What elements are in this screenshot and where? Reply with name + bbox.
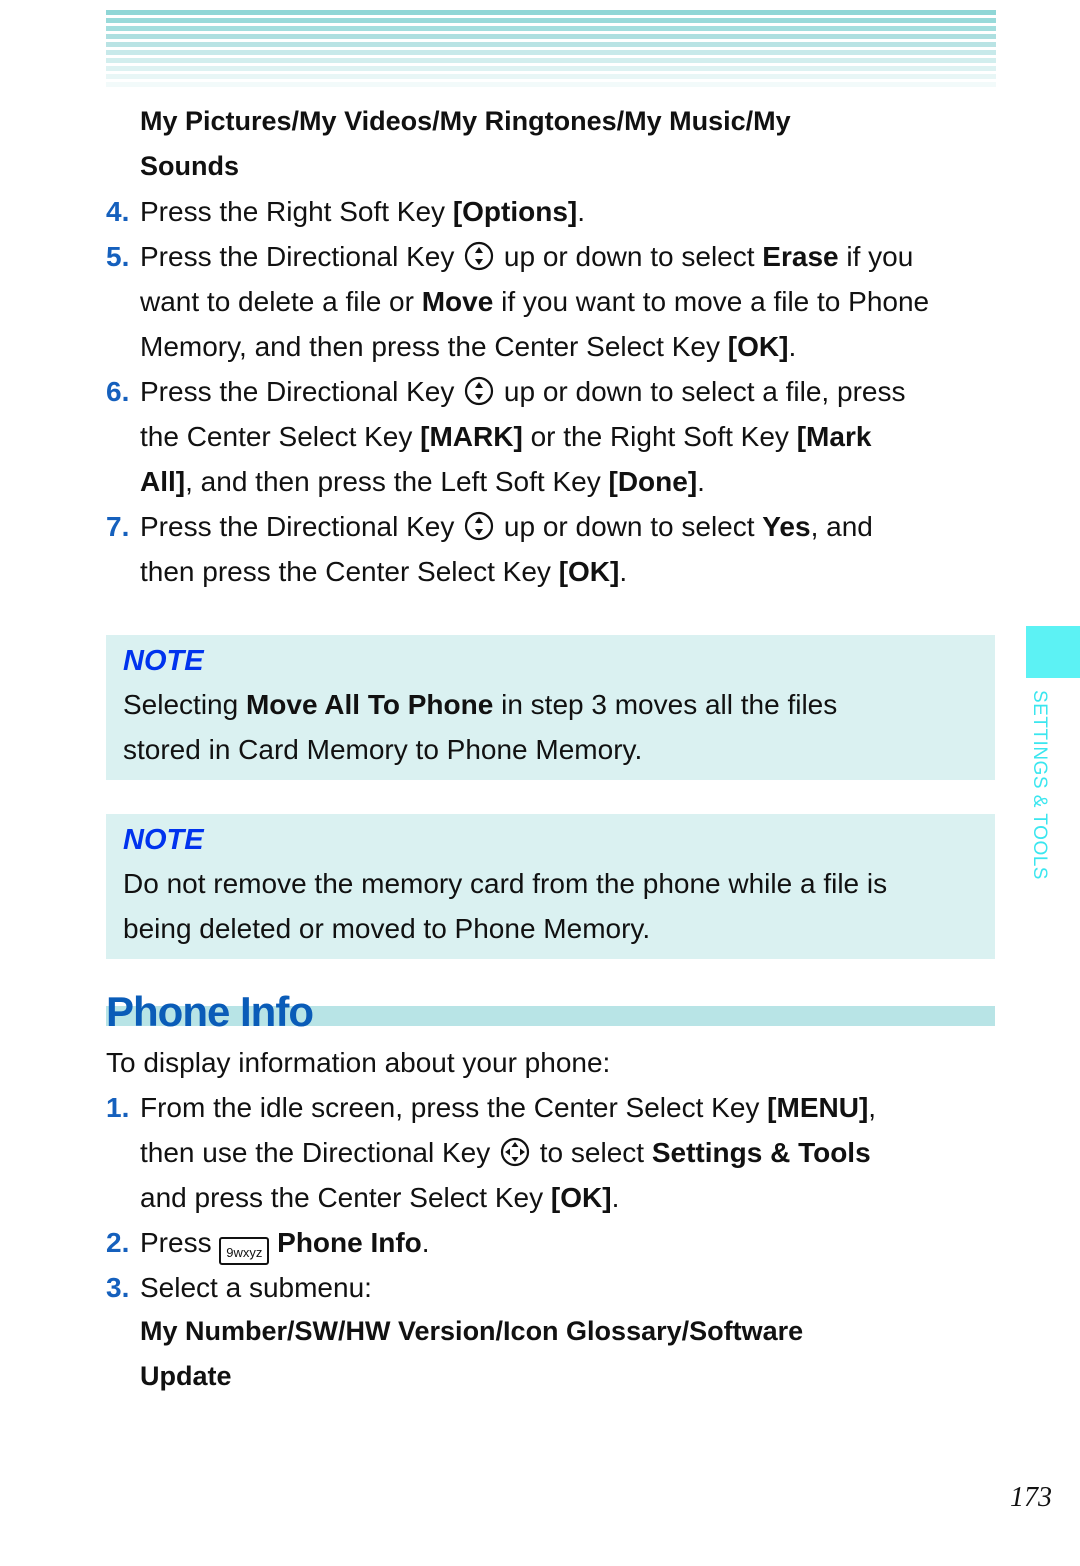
- header-stripe: [106, 66, 996, 71]
- note-box: NOTE Selecting Move All To Phone in step…: [106, 635, 995, 780]
- directional-key-updown-icon: [465, 511, 494, 541]
- step-6-text-cont: All], and then press the Left Soft Key […: [140, 466, 705, 497]
- pi-step-3-text: Select a submenu:: [140, 1272, 372, 1303]
- submenu-path-cont: Sounds: [140, 151, 239, 181]
- submenu-path: My Number/SW/HW Version/Icon Glossary/So…: [140, 1316, 804, 1346]
- header-stripe: [106, 74, 996, 79]
- step-number: 2.: [106, 1227, 130, 1258]
- header-stripe: [106, 58, 996, 63]
- pi-step-1-text-cont: and press the Center Select Key [OK].: [140, 1182, 620, 1213]
- pi-step-1-text-cont: then use the Directional Key to select S…: [140, 1137, 871, 1168]
- header-stripes: [106, 10, 996, 87]
- step-6-text: Press the Directional Key up or down to …: [140, 376, 906, 407]
- step-number: 5.: [106, 241, 130, 272]
- pi-step-2-text: Press 9wxyz Phone Info.: [140, 1220, 430, 1265]
- directional-key-updown-icon: [465, 376, 494, 406]
- step-number: 3.: [106, 1272, 130, 1303]
- step-number: 6.: [106, 376, 130, 407]
- page-number: 173: [1010, 1482, 1052, 1513]
- note-text-cont: being deleted or moved to Phone Memory.: [123, 913, 651, 944]
- pi-step-1-text: From the idle screen, press the Center S…: [140, 1092, 877, 1123]
- note-box: NOTE Do not remove the memory card from …: [106, 814, 995, 959]
- note-title: NOTE: [123, 645, 204, 677]
- step-number: 1.: [106, 1092, 130, 1123]
- note-title: NOTE: [123, 824, 204, 856]
- header-stripe: [106, 82, 996, 87]
- section-heading: Phone Info: [106, 988, 314, 1035]
- step-5-text-cont: Memory, and then press the Center Select…: [140, 331, 797, 362]
- intro-text: To display information about your phone:: [106, 1047, 611, 1078]
- step-number: 7.: [106, 511, 130, 542]
- note-text: Do not remove the memory card from the p…: [123, 868, 888, 899]
- step-number: 4.: [106, 196, 130, 227]
- directional-key-updown-icon: [465, 241, 494, 271]
- step-7-text-cont: then press the Center Select Key [OK].: [140, 556, 628, 587]
- submenu-path: My Pictures/My Videos/My Ringtones/My Mu…: [140, 106, 791, 136]
- key-9-icon: 9wxyz: [219, 1237, 270, 1265]
- note-text-cont: stored in Card Memory to Phone Memory.: [123, 734, 643, 765]
- header-stripe: [106, 26, 996, 31]
- header-stripe: [106, 34, 996, 39]
- directional-key-4way-icon: [500, 1137, 530, 1167]
- step-5-text: Press the Directional Key up or down to …: [140, 241, 914, 272]
- header-stripe: [106, 10, 996, 15]
- header-stripe: [106, 42, 996, 47]
- step-7-text: Press the Directional Key up or down to …: [140, 511, 873, 542]
- note-text: Selecting Move All To Phone in step 3 mo…: [123, 689, 838, 720]
- header-stripe: [106, 18, 996, 23]
- step-6-text-cont: the Center Select Key [MARK] or the Righ…: [140, 421, 872, 452]
- step-5-text-cont: want to delete a file or Move if you wan…: [140, 286, 930, 317]
- section-tab-marker: [1026, 626, 1080, 678]
- step-4-text: Press the Right Soft Key [Options].: [140, 196, 586, 227]
- header-stripe: [106, 50, 996, 55]
- section-tab-label: SETTINGS & TOOLS: [1029, 690, 1050, 880]
- submenu-path-cont: Update: [140, 1361, 232, 1391]
